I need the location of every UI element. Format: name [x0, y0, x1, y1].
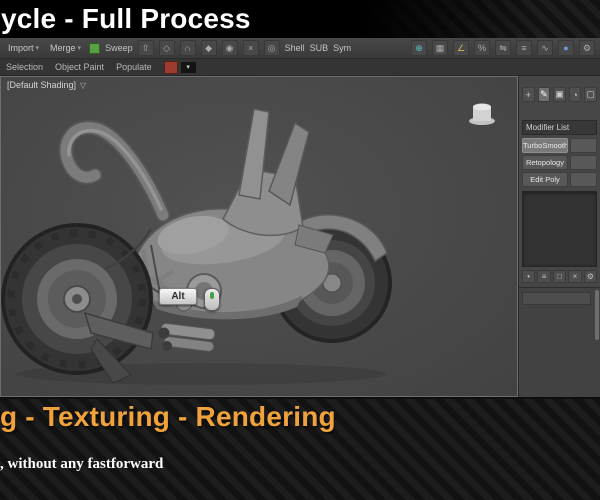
- modifier-list-dropdown[interactable]: Modifier List: [522, 120, 597, 135]
- viewport-shading-label[interactable]: [Default Shading] ▽: [7, 80, 86, 90]
- bevel-icon[interactable]: ◇: [158, 40, 175, 56]
- alt-key-indicator: Alt: [159, 288, 197, 305]
- tab-selection[interactable]: Selection: [6, 62, 43, 72]
- percent-snap-icon[interactable]: %: [474, 40, 490, 56]
- retopology-button[interactable]: Retopology: [522, 155, 568, 170]
- material-editor-icon[interactable]: ●: [558, 40, 574, 56]
- bottom-title: g - Texturing - Rendering: [0, 401, 336, 432]
- layers-icon[interactable]: ≡: [516, 40, 532, 56]
- bottom-subtitle: , without any fastforward: [0, 456, 164, 472]
- command-panel-tabs: + ✎ ▣ ◔ ▢: [522, 87, 597, 102]
- merge-menu-label: Merge: [50, 43, 76, 53]
- make-unique-icon[interactable]: □: [552, 270, 567, 283]
- cut-icon[interactable]: ×: [242, 40, 259, 56]
- tail-fin-right: [268, 121, 310, 207]
- grid-snap-icon[interactable]: ▦: [432, 40, 448, 56]
- motion-tab-icon[interactable]: ◔: [568, 87, 582, 102]
- curve-editor-icon[interactable]: ∿: [537, 40, 553, 56]
- rollout-area: [519, 287, 600, 397]
- loop-icon[interactable]: ◎: [263, 40, 280, 56]
- edit-poly-button[interactable]: Edit Poly: [522, 172, 568, 187]
- hierarchy-tab-icon[interactable]: ▣: [553, 87, 566, 102]
- configure-stack-icon[interactable]: ⚙: [583, 270, 598, 283]
- rear-wheel: [1, 223, 153, 375]
- chevron-down-icon: ▾: [186, 64, 190, 71]
- render-settings-icon[interactable]: ⚙: [579, 40, 595, 56]
- shell-button[interactable]: Shell: [285, 43, 305, 53]
- top-banner: ycle - Full Process: [0, 0, 600, 38]
- main-area: [Default Shading] ▽ Alt + ✎ ▣ ◔ ▢ Modifi…: [0, 76, 600, 397]
- stack-tool-row: • ≡ □ × ⚙: [522, 270, 598, 283]
- sym-button[interactable]: Sym: [333, 43, 351, 53]
- mouse-middle-button-icon: [204, 288, 220, 311]
- swatch-dropdown-button[interactable]: ▾: [180, 61, 196, 73]
- middle-button-highlight: [210, 292, 214, 299]
- modifier-button-grid: TurboSmooth Retopology Edit Poly: [522, 138, 597, 187]
- filter-icon: ▽: [80, 80, 87, 90]
- roll-bar: [58, 120, 171, 223]
- viewport[interactable]: [Default Shading] ▽ Alt: [0, 76, 518, 397]
- modifier-preset-button[interactable]: [570, 138, 597, 153]
- motorcycle-model: [1, 103, 495, 385]
- pin-stack-icon[interactable]: •: [522, 270, 536, 283]
- snaps-toggle-icon[interactable]: ⊕: [411, 40, 427, 56]
- panel-scrollbar[interactable]: [595, 290, 599, 340]
- chevron-down-icon: ▾: [35, 45, 40, 52]
- exhaust-pipes: [158, 322, 216, 352]
- shading-label-text: [Default Shading]: [7, 80, 77, 90]
- 3dsmax-window: Import ▾ Merge ▾ Sweep ⇧ ◇ ∩ ◆ ◉ × ◎ Shell…: [0, 38, 600, 399]
- show-end-result-icon[interactable]: ≡: [537, 270, 551, 283]
- tab-populate[interactable]: Populate: [116, 62, 152, 72]
- modify-tab-icon[interactable]: ✎: [537, 87, 551, 102]
- top-title: ycle - Full Process: [1, 3, 251, 34]
- modifier-preset-button[interactable]: [570, 172, 597, 187]
- chamfer-icon[interactable]: ◆: [200, 40, 217, 56]
- scene-gizmo: [469, 103, 495, 125]
- angle-snap-icon[interactable]: ∠: [453, 40, 469, 56]
- create-tab-icon[interactable]: +: [522, 87, 535, 102]
- main-toolbar: Import ▾ Merge ▾ Sweep ⇧ ◇ ∩ ◆ ◉ × ◎ Shell…: [0, 38, 600, 59]
- ribbon-tab-bar: Selection Object Paint Populate ▾: [0, 59, 600, 76]
- remove-modifier-icon[interactable]: ×: [568, 270, 582, 283]
- weld-icon[interactable]: ◉: [221, 40, 238, 56]
- modifier-preset-button[interactable]: [570, 155, 597, 170]
- mirror-icon[interactable]: ⇋: [495, 40, 511, 56]
- color-swatch-button[interactable]: [163, 60, 178, 74]
- chevron-down-icon: ▾: [77, 45, 82, 52]
- display-tab-icon[interactable]: ▢: [584, 87, 597, 102]
- sub-button[interactable]: SUB: [310, 43, 329, 53]
- command-panel: + ✎ ▣ ◔ ▢ Modifier List TurboSmooth Reto…: [518, 76, 600, 397]
- import-menu-label: Import: [8, 43, 34, 53]
- extrude-icon[interactable]: ⇧: [137, 40, 154, 56]
- sweep-button[interactable]: Sweep: [105, 43, 133, 53]
- import-menu[interactable]: Import ▾: [5, 42, 42, 54]
- merge-menu[interactable]: Merge ▾: [47, 42, 84, 54]
- turbosmooth-button[interactable]: TurboSmooth: [522, 138, 568, 153]
- tab-object-paint[interactable]: Object Paint: [55, 62, 104, 72]
- keycast-overlay: Alt: [159, 288, 220, 311]
- thumbnail-page: ycle - Full Process Import ▾ Merge ▾ Sweep…: [0, 0, 600, 500]
- bridge-icon[interactable]: ∩: [179, 40, 196, 56]
- green-status-chip[interactable]: [89, 42, 101, 54]
- modifier-stack-list[interactable]: [522, 191, 597, 267]
